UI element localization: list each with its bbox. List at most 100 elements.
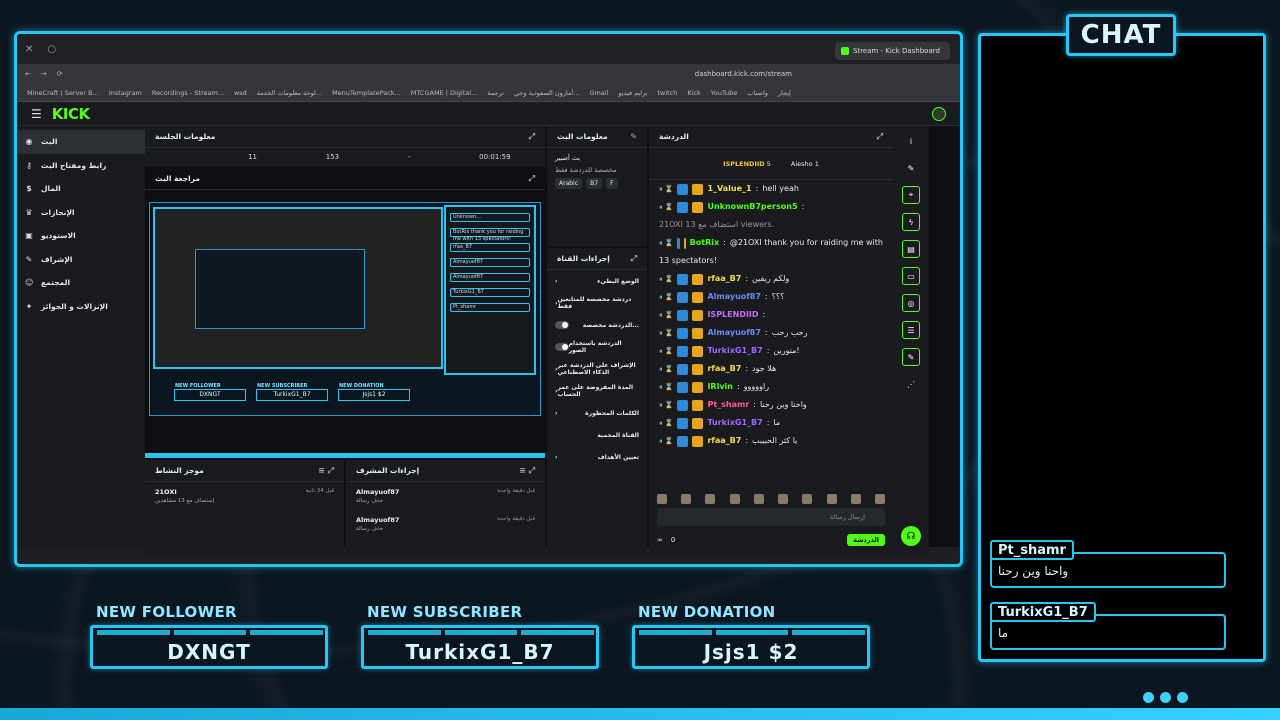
filter-icon[interactable]: ≡ ⤢ [519, 466, 535, 476]
emote-icon[interactable] [729, 494, 740, 504]
mod-tools-icon[interactable]: ⏸ ⌛ [659, 362, 673, 376]
chat-send-button[interactable]: الدردشة [847, 534, 885, 546]
bookmark-item[interactable]: twitch [657, 89, 677, 97]
headset-icon[interactable]: ☊ [901, 526, 921, 546]
chat-username[interactable]: TurkixG1_B7 [707, 416, 762, 430]
emote-icon[interactable] [874, 494, 885, 504]
emote-icon[interactable] [705, 494, 716, 504]
bookmark-item[interactable]: MineCraft | Server B... [27, 89, 99, 97]
wrench-icon[interactable]: ✎ [902, 348, 920, 366]
bookmark-item[interactable]: MenuTemplatePack... [332, 89, 401, 97]
emote-icon[interactable] [681, 494, 692, 504]
channel-action-subs-only[interactable]: الدردشة مخصصة... [547, 314, 647, 336]
channel-action-followers-only[interactable]: › دردشة مخصصة للمتابعين فقط [547, 292, 647, 314]
mod-tools-icon[interactable]: ⏸ ⌛ [659, 236, 673, 250]
mod-tools-icon[interactable]: ⏸ ⌛ [659, 398, 673, 412]
chat-username[interactable]: Almayuof87 [707, 290, 760, 304]
channel-action-emote-only[interactable]: الدردشة باستخدام الصور [547, 336, 647, 358]
emote-icon[interactable] [802, 494, 813, 504]
bookmark-item[interactable]: ترجمة [487, 89, 504, 97]
mod-tools-icon[interactable]: ⏸ ⌛ [659, 272, 673, 286]
chat-username[interactable]: Almayuof87 [707, 326, 760, 340]
chat-username[interactable]: 1_Value_1 [707, 182, 751, 196]
emote-icon[interactable] [753, 494, 764, 504]
kick-logo[interactable]: KICK [52, 105, 90, 123]
back-icon[interactable]: ← [25, 70, 31, 78]
expand-icon[interactable]: ⤢ [529, 132, 535, 142]
sidebar-item-money[interactable]: المال $ [17, 177, 145, 201]
bookmark-item[interactable]: Gmail [589, 89, 608, 97]
mod-tools-icon[interactable]: ⏸ ⌛ [659, 182, 673, 196]
toggle-switch[interactable] [555, 343, 569, 351]
message-icon[interactable]: ▭ [902, 267, 920, 285]
chat-username[interactable]: rfaa_B7 [707, 362, 741, 376]
mod-tools-icon[interactable]: ⏸ ⌛ [659, 416, 673, 430]
bookmark-item[interactable]: Instagram [109, 89, 142, 97]
expand-icon[interactable]: ⤢ [631, 254, 637, 264]
emote-icon[interactable] [657, 494, 667, 504]
chat-username[interactable]: rfaa_B7 [707, 434, 741, 448]
bookmark-item[interactable]: wsd [234, 89, 247, 97]
chat-username[interactable]: IRlvin [707, 380, 733, 394]
bookmark-item[interactable]: برايم فيديو [618, 89, 647, 97]
mod-tools-icon[interactable]: ⏸ ⌛ [659, 434, 673, 448]
refresh-icon[interactable]: ⟳ [57, 70, 63, 78]
address-bar[interactable]: ← → ⟳ dashboard.kick.com/stream [17, 64, 960, 84]
sidebar-item-stream[interactable]: البث ◉ [17, 130, 145, 154]
layout-icon[interactable]: ☰ [902, 321, 920, 339]
forward-icon[interactable]: → [41, 70, 47, 78]
bookmark-item[interactable]: Recordings - Stream... [152, 89, 224, 97]
chat-username[interactable]: ISPLENDIID [707, 308, 758, 322]
mod-tools-icon[interactable]: ⏸ ⌛ [659, 308, 673, 322]
menu-icon[interactable]: ☰ [31, 107, 42, 121]
filter-icon[interactable]: ≡ ⤢ [318, 466, 334, 476]
chat-username[interactable]: Pt_shamr [707, 398, 749, 412]
sidebar-item-studio[interactable]: الاستوديو ▣ [17, 224, 145, 248]
mod-tools-icon[interactable]: ⏸ ⌛ [659, 344, 673, 358]
browser-tab[interactable]: Stream - Kick Dashboard [835, 42, 950, 60]
mod-tools-icon[interactable]: ⏸ ⌛ [659, 380, 673, 394]
mod-tools-icon[interactable]: ⏸ ⌛ [659, 326, 673, 340]
avatar[interactable] [932, 106, 946, 121]
emote-icon[interactable] [826, 494, 837, 504]
channel-action-banned-words[interactable]: › الكلمات المحظورة [547, 402, 647, 424]
info-icon[interactable]: i [902, 132, 920, 150]
emote-icon[interactable] [778, 494, 789, 504]
chat-username[interactable]: BotRix [690, 236, 719, 250]
emote-icon[interactable] [850, 494, 861, 504]
target-icon[interactable]: ⌖ [902, 186, 920, 204]
edit-icon[interactable]: ✎ [630, 132, 637, 141]
infinity-icon[interactable]: ∞ [657, 536, 663, 544]
nodes-icon[interactable]: ⋰ [902, 375, 920, 393]
expand-icon[interactable]: ⤢ [877, 132, 883, 142]
sidebar-item-moderation[interactable]: الإشراف ✎ [17, 248, 145, 272]
bookmark-item[interactable]: إيجار [778, 89, 791, 97]
signal-icon[interactable]: ◎ [902, 294, 920, 312]
chat-username[interactable]: UnknownB7person5 [707, 200, 797, 214]
chat-username[interactable]: TurkixG1_B7 [707, 344, 762, 358]
reload-icon[interactable]: ○ [47, 44, 56, 55]
channel-action-account-age[interactable]: › المدة المفروضة على عمر الحساب [547, 380, 647, 402]
bolt-icon[interactable]: ϟ [902, 213, 920, 231]
sidebar-item-community[interactable]: المجتمع ☺ [17, 271, 145, 295]
close-dot-icon[interactable]: ✕ [25, 44, 33, 55]
mod-tools-icon[interactable]: ⏸ ⌛ [659, 200, 673, 214]
document-icon[interactable]: ▤ [902, 240, 920, 258]
bookmark-item[interactable]: Kick [687, 89, 700, 97]
bookmark-item[interactable]: واتساب [747, 89, 768, 97]
expand-icon[interactable]: ⤢ [529, 174, 535, 184]
stream-preview-video[interactable]: Unknown... BotRix thank you for raiding … [149, 202, 541, 416]
bookmark-item[interactable]: MTCGAME | Digital... [411, 89, 478, 97]
channel-action-slow-mode[interactable]: › الوضع البطيء [547, 270, 647, 292]
url-text[interactable]: dashboard.kick.com/stream [695, 70, 792, 78]
mod-tools-icon[interactable]: ⏸ ⌛ [659, 290, 673, 304]
channel-action-protected[interactable]: القناة المحمية [547, 424, 647, 446]
bookmark-item[interactable]: لوحة معلومات الخدمة... [257, 89, 322, 97]
sidebar-item-drops[interactable]: الإنزالات و الجوائز ✦ [17, 295, 145, 319]
sidebar-item-stream-key[interactable]: رابط ومفتاح البث ⚷ [17, 154, 145, 178]
pencil-icon[interactable]: ✎ [902, 159, 920, 177]
chat-input[interactable]: إرسال رسالة [657, 508, 885, 526]
channel-action-ai-mod[interactable]: › الإشراف على الدردشة عبر الذكاء الاصطناع… [547, 358, 647, 380]
channel-action-goals[interactable]: › تعيين الأهداف [547, 446, 647, 468]
chat-username[interactable]: rfaa_B7 [707, 272, 741, 286]
